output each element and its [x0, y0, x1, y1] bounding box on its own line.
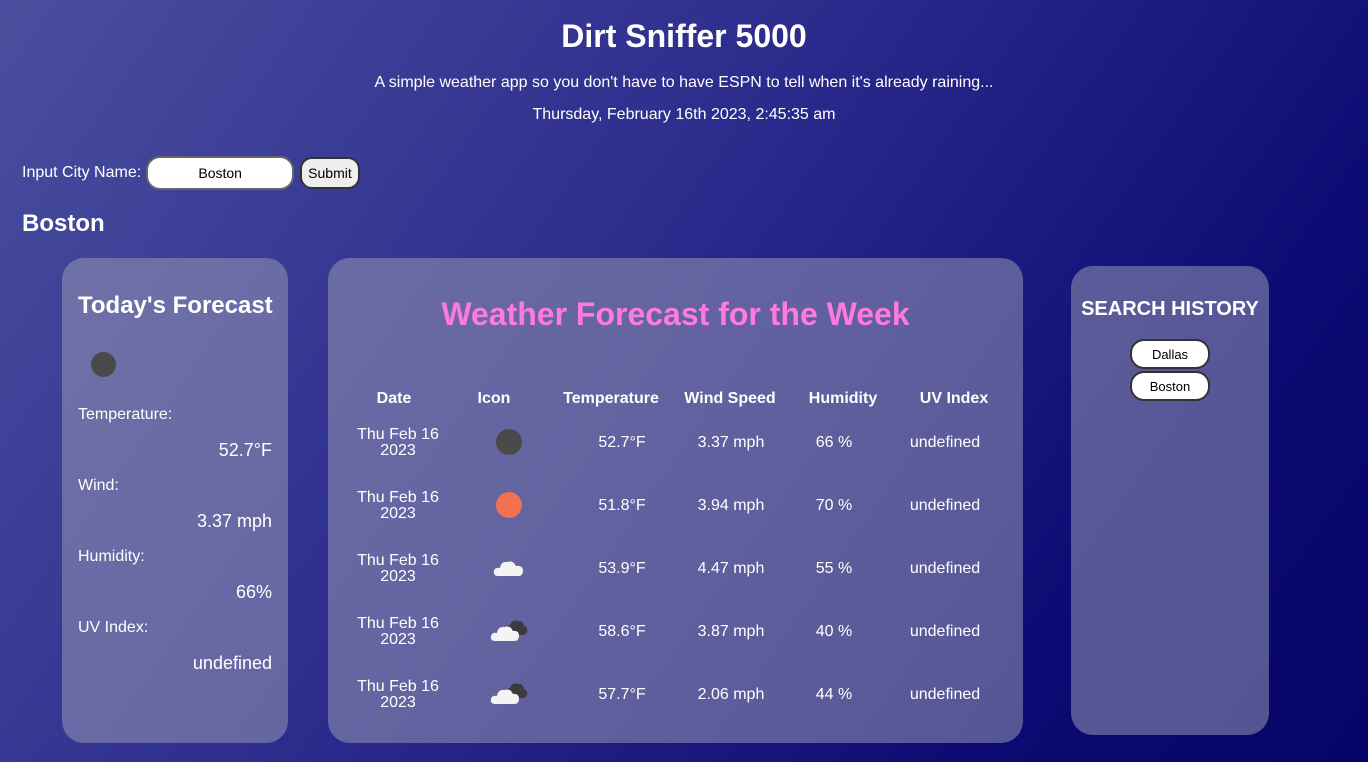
uv-cell: undefined: [909, 623, 981, 640]
today-forecast-card: Today's Forecast Temperature: 52.7°F Win…: [62, 258, 288, 743]
city-input[interactable]: [146, 156, 295, 190]
broken-clouds-icon: [490, 683, 528, 704]
humidity-cell: 40 %: [815, 623, 853, 640]
header-humidity: Humidity: [808, 390, 878, 407]
date-line-2: 2023: [380, 694, 416, 711]
date-cell: Thu Feb 16 2023: [338, 616, 458, 648]
date-cell: Thu Feb 16 2023: [338, 679, 458, 711]
temperature-cell: 51.8°F: [598, 497, 646, 514]
humidity-cell: 44 %: [815, 686, 853, 703]
date-cell: Thu Feb 16 2023: [338, 427, 458, 459]
header-icon: Icon: [477, 390, 511, 407]
week-forecast-title: Weather Forecast for the Week: [441, 296, 910, 332]
clear-sun-icon: [496, 492, 522, 518]
uv-cell: undefined: [909, 434, 981, 451]
cloud-icon: [493, 561, 523, 576]
date-line-2: 2023: [380, 505, 416, 522]
temperature-label: Temperature:: [78, 406, 173, 423]
temperature-cell: 58.6°F: [598, 623, 646, 640]
temperature-cell: 53.9°F: [598, 560, 646, 577]
date-cell: Thu Feb 16 2023: [338, 490, 458, 522]
overcast-dark-icon: [496, 429, 522, 455]
city-input-label: Input City Name:: [22, 164, 142, 181]
date-line-1: Thu Feb 16: [357, 552, 439, 569]
date-line-1: Thu Feb 16: [357, 678, 439, 695]
broken-clouds-icon: [490, 620, 528, 641]
humidity-cell: 66 %: [815, 434, 853, 451]
humidity-label: Humidity:: [78, 548, 145, 565]
submit-button[interactable]: Submit: [300, 157, 360, 189]
humidity-cell: 55 %: [815, 560, 853, 577]
header-wind-speed: Wind Speed: [684, 390, 776, 407]
header-temperature: Temperature: [563, 390, 659, 407]
today-forecast-title: Today's Forecast: [78, 292, 273, 319]
wind-cell: 3.94 mph: [697, 497, 765, 514]
city-heading: Boston: [22, 210, 105, 237]
date-line-1: Thu Feb 16: [357, 615, 439, 632]
temperature-cell: 57.7°F: [598, 686, 646, 703]
wind-cell: 3.37 mph: [697, 434, 765, 451]
wind-value: 3.37 mph: [196, 511, 272, 531]
week-forecast-card: Weather Forecast for the Week Date Icon …: [328, 258, 1023, 743]
humidity-cell: 70 %: [815, 497, 853, 514]
uv-cell: undefined: [909, 497, 981, 514]
date-line-2: 2023: [380, 442, 416, 459]
date-cell: Thu Feb 16 2023: [338, 553, 458, 585]
date-line-2: 2023: [380, 631, 416, 648]
history-item-dallas[interactable]: Dallas: [1130, 339, 1210, 369]
uv-cell: undefined: [909, 560, 981, 577]
wind-label: Wind:: [78, 477, 119, 494]
date-line-1: Thu Feb 16: [357, 489, 439, 506]
temperature-value: 52.7°F: [218, 440, 272, 460]
uv-index-label: UV Index:: [78, 619, 149, 636]
search-form: Input City Name: Submit: [22, 156, 360, 190]
search-history-card: SEARCH HISTORY Dallas Boston: [1071, 266, 1269, 735]
uv-cell: undefined: [909, 686, 981, 703]
temperature-cell: 52.7°F: [598, 434, 646, 451]
wind-cell: 2.06 mph: [697, 686, 765, 703]
date-line-1: Thu Feb 16: [357, 426, 439, 443]
header-uv-index: UV Index: [919, 390, 989, 407]
search-history-title: SEARCH HISTORY: [1081, 298, 1259, 320]
date-line-2: 2023: [380, 568, 416, 585]
wind-cell: 3.87 mph: [697, 623, 765, 640]
wind-cell: 4.47 mph: [697, 560, 765, 577]
uv-index-value: undefined: [192, 653, 272, 673]
overcast-dark-icon: [91, 352, 116, 377]
app-subtitle: A simple weather app so you don't have t…: [374, 74, 994, 91]
app-title: Dirt Sniffer 5000: [561, 18, 807, 54]
humidity-value: 66%: [235, 582, 272, 602]
current-datetime: Thursday, February 16th 2023, 2:45:35 am: [532, 106, 836, 123]
history-item-boston[interactable]: Boston: [1130, 371, 1210, 401]
